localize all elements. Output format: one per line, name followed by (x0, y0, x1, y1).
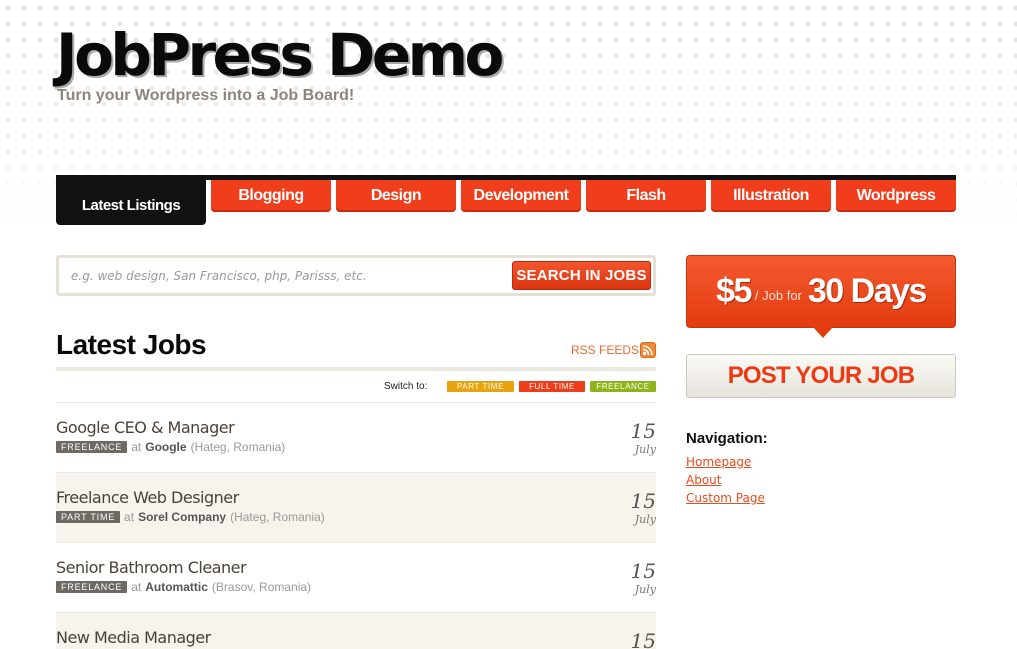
jobs-header-rule (56, 367, 656, 371)
job-date-month: July (634, 443, 656, 456)
job-at: at (124, 510, 135, 524)
job-title[interactable]: Google CEO & Manager (56, 418, 235, 437)
link-custom-page[interactable]: Custom Page (686, 491, 765, 505)
job-date-day: 15 (630, 629, 656, 649)
page: JobPress Demo Turn your Wordpress into a… (0, 0, 1017, 649)
job-meta: FREELANCE at Automattic (Brasov, Romania… (56, 580, 311, 594)
job-type-badge: PART TIME (56, 511, 121, 523)
switch-label: Switch to: (384, 381, 428, 392)
job-meta: FREELANCE at Google (Hateg, Romania) (56, 440, 285, 454)
job-location: (Hateg, Romania) (190, 440, 286, 454)
rss-icon[interactable] (640, 342, 656, 358)
job-location: (Brasov, Romania) (211, 580, 312, 594)
promo-text: / Job for (754, 288, 802, 303)
tab-design[interactable]: Design (336, 180, 456, 212)
job-date-month: July (634, 583, 656, 596)
filter-full-time[interactable]: FULL TIME (519, 381, 585, 392)
job-type-badge: FREELANCE (56, 581, 128, 593)
filter-freelance[interactable]: FREELANCE (590, 381, 656, 392)
job-row[interactable]: Freelance Web Designer PART TIME at Sore… (56, 473, 656, 543)
search-input[interactable] (71, 266, 511, 286)
job-row[interactable]: Senior Bathroom Cleaner FREELANCE at Aut… (56, 543, 656, 613)
job-date-day: 15 (630, 419, 656, 443)
search-button[interactable]: SEARCH IN JOBS (512, 261, 651, 290)
job-date-month: July (634, 513, 656, 526)
job-date-day: 15 (630, 489, 656, 513)
job-type-badge: FREELANCE (56, 441, 128, 453)
pricing-banner-arrow (813, 327, 833, 338)
tab-wordpress[interactable]: Wordpress (836, 180, 956, 212)
promo-price: $5 (716, 272, 752, 310)
pricing-banner: $5 / Job for 30 Days (686, 255, 956, 328)
tab-development[interactable]: Development (461, 180, 581, 212)
job-row[interactable]: Google CEO & Manager FREELANCE at Google… (56, 403, 656, 473)
promo-days: 30 Days (807, 272, 928, 310)
tab-latest-listings[interactable]: Latest Listings (56, 180, 206, 225)
latest-jobs-heading: Latest Jobs (56, 329, 207, 360)
job-company: Automattic (145, 580, 208, 594)
tab-blogging[interactable]: Blogging (211, 180, 331, 212)
job-date-day: 15 (630, 559, 656, 583)
job-title[interactable]: Freelance Web Designer (56, 488, 239, 507)
rss-feeds-link[interactable]: RSS FEEDS (571, 343, 639, 357)
job-meta: PART TIME at Sorel Company (Hateg, Roman… (56, 510, 325, 524)
job-company: Google (145, 440, 187, 454)
link-homepage[interactable]: Homepage (686, 455, 751, 469)
job-title[interactable]: Senior Bathroom Cleaner (56, 558, 247, 577)
job-at: at (131, 580, 142, 594)
search-form: SEARCH IN JOBS (56, 255, 656, 296)
tab-flash[interactable]: Flash (586, 180, 706, 212)
job-at: at (131, 440, 142, 454)
site-title[interactable]: JobPress Demo (56, 26, 504, 84)
link-about[interactable]: About (686, 473, 721, 487)
filter-part-time[interactable]: PART TIME (447, 381, 514, 392)
navigation-heading: Navigation: (686, 430, 768, 447)
job-location: (Hateg, Romania) (230, 510, 325, 524)
site-tagline: Turn your Wordpress into a Job Board! (57, 87, 355, 104)
post-job-button[interactable]: POST YOUR JOB (686, 354, 956, 398)
tab-illustration[interactable]: Illustration (711, 180, 831, 212)
job-title[interactable]: New Media Manager (56, 628, 211, 647)
job-row[interactable]: New Media Manager 15 (56, 613, 656, 649)
job-company: Sorel Company (138, 510, 227, 524)
